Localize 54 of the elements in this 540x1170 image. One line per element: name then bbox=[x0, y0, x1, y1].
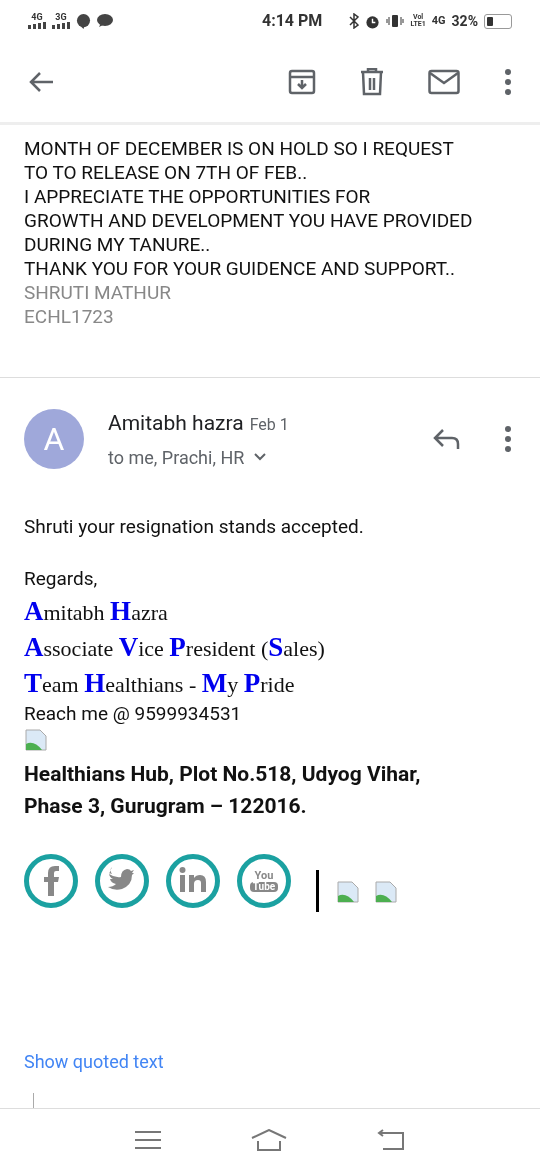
network-label: 3G bbox=[55, 13, 67, 22]
quoted-line: ECHL1723 bbox=[24, 305, 115, 329]
message-icon bbox=[97, 14, 113, 28]
show-quoted-link[interactable]: Show quoted text bbox=[24, 1047, 516, 1075]
facebook-icon[interactable] bbox=[24, 853, 78, 908]
address-line: Healthians Hub, Plot No.518, Udyog Vihar, bbox=[24, 760, 422, 788]
chevron-icon bbox=[254, 453, 267, 461]
home-icon[interactable] bbox=[251, 1128, 287, 1151]
more-icon[interactable] bbox=[504, 426, 512, 453]
quoted-line: MONTH OF DECEMBER IS ON HOLD SO I REQUEST bbox=[24, 137, 455, 161]
quoted-line: DURING MY TANURE.. bbox=[24, 233, 212, 257]
alarm-icon bbox=[365, 13, 381, 29]
clock-text: 4:14 PM bbox=[262, 10, 323, 32]
recipients-toggle[interactable]: to me, Prachi, HR bbox=[108, 443, 289, 471]
archive-icon[interactable] bbox=[288, 68, 316, 96]
mail-icon[interactable] bbox=[428, 69, 460, 95]
signature-line: Team Healthians - My Pride bbox=[24, 666, 296, 700]
network-label: 4G bbox=[431, 12, 446, 29]
twitter-icon[interactable] bbox=[95, 853, 149, 908]
vibrate-icon bbox=[386, 14, 405, 28]
youtube-label: Tube bbox=[249, 881, 279, 892]
linkedin-icon[interactable] bbox=[166, 853, 220, 908]
regards-text: Regards, bbox=[24, 566, 99, 592]
menu-icon[interactable] bbox=[135, 1129, 161, 1150]
back-nav-icon[interactable] bbox=[377, 1128, 405, 1151]
battery-percent: 32% bbox=[451, 11, 478, 31]
network-label: 4G bbox=[31, 13, 43, 22]
sender-name: Amitabh hazra bbox=[108, 410, 244, 437]
trash-icon[interactable] bbox=[360, 68, 384, 96]
quoted-line: TO TO RELEASE ON 7TH OF FEB.. bbox=[24, 161, 309, 185]
quoted-line: GROWTH AND DEVELOPMENT YOU HAVE PROVIDED bbox=[24, 209, 474, 233]
back-icon[interactable] bbox=[28, 71, 54, 93]
address-line: Phase 3, Gurugram – 122016. bbox=[24, 792, 308, 820]
reply-icon[interactable] bbox=[432, 428, 460, 451]
message-body: Shruti your resignation stands accepted. bbox=[24, 513, 365, 540]
chat-icon bbox=[76, 13, 91, 29]
more-icon[interactable] bbox=[504, 69, 512, 95]
battery-icon bbox=[484, 13, 512, 29]
broken-image-icon bbox=[374, 879, 398, 904]
quoted-line: SHRUTI MATHUR bbox=[24, 281, 172, 305]
bluetooth-icon bbox=[349, 13, 360, 29]
message-date: Feb 1 bbox=[249, 414, 289, 436]
social-button[interactable]: You Tube bbox=[237, 853, 291, 908]
avatar: A bbox=[24, 409, 84, 470]
signature-line: Associate Vice President (Sales) bbox=[24, 630, 326, 664]
signal-icon bbox=[52, 22, 70, 29]
youtube-label: You bbox=[254, 869, 274, 881]
quoted-line: I APPRECIATE THE OPPORTUNITIES FOR bbox=[24, 185, 372, 209]
signature-line: Amitabh Hazra bbox=[24, 594, 169, 628]
quoted-line: THANK YOU FOR YOUR GUIDENCE AND SUPPORT.. bbox=[24, 257, 457, 281]
phone-text: Reach me @ 9599934531 bbox=[24, 701, 243, 726]
broken-image-icon bbox=[336, 879, 360, 904]
signal-icon bbox=[28, 22, 46, 29]
broken-image-icon bbox=[24, 727, 48, 752]
